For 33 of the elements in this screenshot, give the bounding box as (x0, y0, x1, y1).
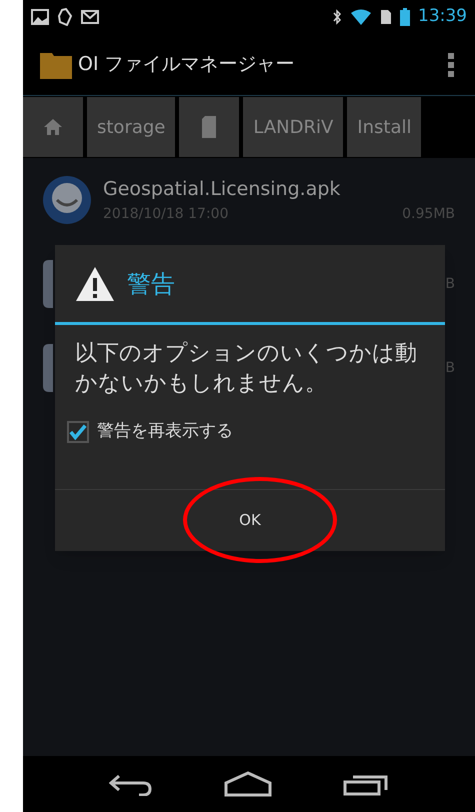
breadcrumb-home-button[interactable] (23, 97, 83, 157)
file-size: B (445, 274, 455, 294)
mail-icon (81, 10, 99, 24)
app-icon (43, 344, 53, 392)
battery-icon (400, 8, 410, 26)
wifi-icon (350, 9, 372, 25)
ok-button[interactable]: OK (223, 500, 277, 540)
overflow-menu-icon (448, 52, 454, 76)
breadcrumb-button[interactable]: storage (87, 97, 176, 157)
folder-icon (40, 50, 72, 78)
image-icon (31, 9, 49, 25)
warning-icon (75, 266, 115, 302)
checkbox[interactable] (67, 420, 89, 443)
file-size: 0.95MB (402, 204, 455, 224)
file-name: Geospatial.Licensing.apk (103, 177, 342, 202)
home-icon (224, 771, 272, 797)
sd-card-icon (202, 116, 216, 138)
breadcrumb-button[interactable]: Install (347, 97, 422, 157)
app-title: OI ファイルマネージャー (78, 52, 296, 78)
home-icon (44, 119, 62, 135)
breadcrumb-sdcard-button[interactable] (179, 97, 240, 157)
checkbox-label: 警告を再表示する (97, 420, 233, 443)
app-icon (43, 176, 91, 224)
dialog-message: 以下のオプションのいくつかは動かないかもしれません。 (75, 340, 418, 398)
bluetooth-icon (332, 9, 342, 25)
back-icon (108, 772, 153, 796)
clock: 13:39 (418, 5, 467, 28)
dialog-title: 警告 (127, 268, 175, 300)
file-date: 2018/10/18 17:00 (103, 204, 228, 224)
file-size: B (445, 358, 455, 378)
app-icon (43, 260, 53, 308)
breadcrumb-button[interactable]: LANDRiV (243, 97, 344, 157)
sim-icon (380, 9, 392, 25)
